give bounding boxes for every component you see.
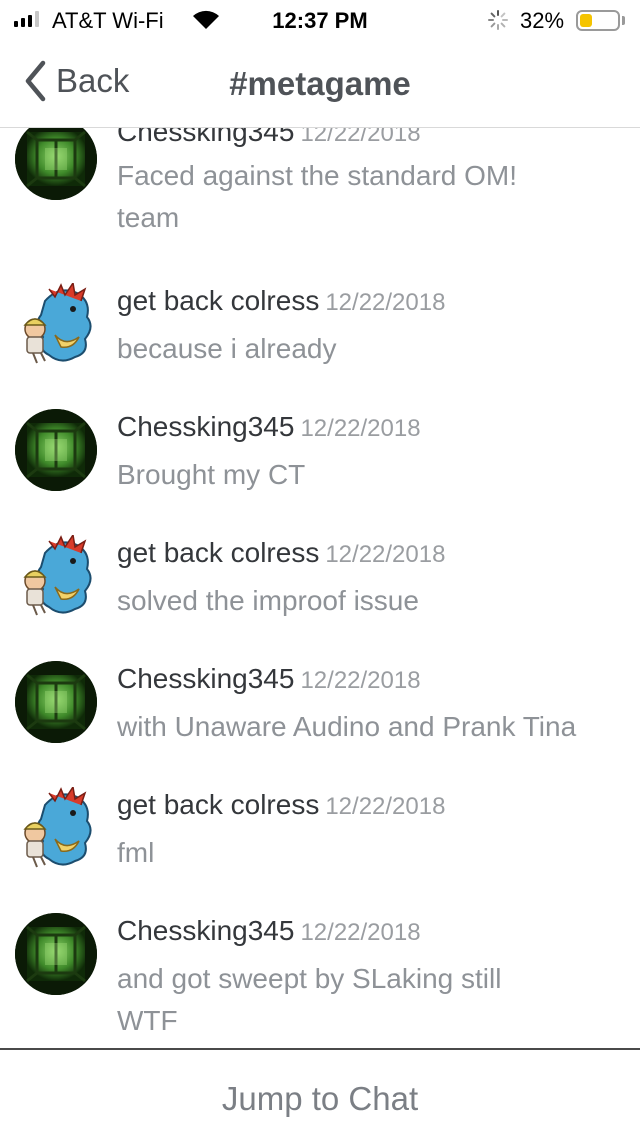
channel-title: #metagame <box>229 65 411 102</box>
avatar[interactable] <box>15 661 97 743</box>
avatar[interactable] <box>15 913 97 995</box>
timestamp: 12/22/2018 <box>300 919 421 946</box>
author-name[interactable]: Chessking345 <box>117 128 294 147</box>
author-name[interactable]: Chessking345 <box>117 411 294 442</box>
timestamp: 12/22/2018 <box>325 289 446 316</box>
avatar[interactable] <box>15 128 97 200</box>
message-text: Brought my CT <box>117 459 306 490</box>
status-bar: AT&T Wi-Fi 12:37 PM 32% <box>0 0 640 40</box>
message-text: because i already <box>117 333 337 364</box>
activity-spinner-icon <box>488 10 508 30</box>
author-name[interactable]: Chessking345 <box>117 915 294 946</box>
timestamp: 12/22/2018 <box>325 793 446 820</box>
navigation-bar: Back #metagame <box>0 40 640 128</box>
message-text: fml <box>117 837 155 868</box>
timestamp: 12/22/2018 <box>300 667 421 694</box>
avatar[interactable] <box>15 787 97 869</box>
message-header: get back colress 12/22/2018 <box>117 537 445 569</box>
avatar[interactable] <box>15 535 97 617</box>
message-list[interactable]: Chessking345 12/22/2018 Faced against the… <box>0 128 640 1048</box>
message-text: team <box>117 202 180 233</box>
message-text: solved the improof issue <box>117 585 419 616</box>
message-header: get back colress 12/22/2018 <box>117 789 445 821</box>
message-text: and got sweept by SLaking still <box>117 963 502 994</box>
battery-cap <box>622 16 625 25</box>
battery-icon <box>576 10 620 31</box>
author-name[interactable]: get back colress <box>117 537 319 568</box>
battery-percent: 32% <box>520 8 565 33</box>
message-header: Chessking345 12/22/2018 <box>117 915 421 947</box>
message-text: with Unaware Audino and Prank Tina <box>117 711 577 742</box>
jump-to-chat-button[interactable]: Jump to Chat <box>0 1080 640 1118</box>
message-header: Chessking345 12/22/2018 <box>117 128 421 148</box>
battery-level-fill <box>580 14 592 27</box>
message-text: WTF <box>117 1005 178 1036</box>
author-name[interactable]: Chessking345 <box>117 663 294 694</box>
timestamp: 12/22/2018 <box>300 128 421 147</box>
bottom-bar: Jump to Chat <box>0 1048 640 1136</box>
message-header: get back colress 12/22/2018 <box>117 285 445 317</box>
author-name[interactable]: get back colress <box>117 789 319 820</box>
avatar[interactable] <box>15 409 97 491</box>
timestamp: 12/22/2018 <box>325 541 446 568</box>
message-header: Chessking345 12/22/2018 <box>117 411 421 443</box>
timestamp: 12/22/2018 <box>300 415 421 442</box>
message-text: Faced against the standard OM! <box>117 160 517 191</box>
author-name[interactable]: get back colress <box>117 285 319 316</box>
message-header: Chessking345 12/22/2018 <box>117 663 421 695</box>
avatar[interactable] <box>15 283 97 365</box>
